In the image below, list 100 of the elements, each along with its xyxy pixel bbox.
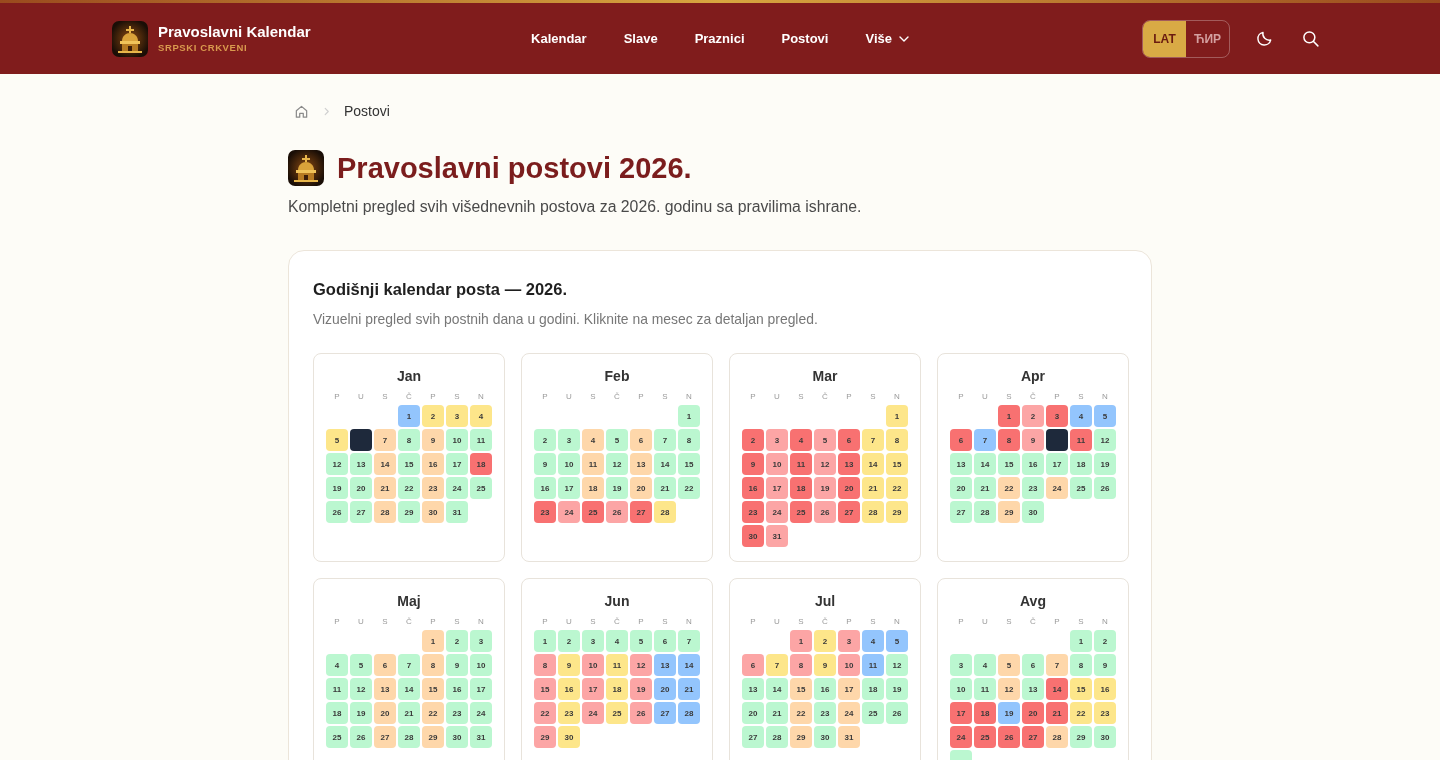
- day-cell: 25: [582, 501, 604, 523]
- site-title[interactable]: Pravoslavni Kalendar: [158, 23, 311, 41]
- day-cell: 2: [1094, 630, 1116, 652]
- day-cell: 5: [630, 630, 652, 652]
- weekday-label: S: [1078, 391, 1084, 403]
- day-cell: 19: [814, 477, 836, 499]
- weekday-label: S: [662, 391, 668, 403]
- month-card[interactable]: Maj P U S Č P S N 1 2 3 4 5 6 7 8 9 10 11 12 13 14 15 16 17 18 19 20 21 22 23 24 25 26 27 28 29 30 31: [313, 578, 505, 760]
- day-cell: 28: [1046, 726, 1068, 748]
- day-cell: 31: [446, 501, 468, 523]
- home-icon[interactable]: [294, 103, 309, 119]
- day-cell: 29: [398, 501, 420, 523]
- day-cell: 16: [1022, 453, 1044, 475]
- day-cell: 24: [582, 702, 604, 724]
- nav-link[interactable]: Slave: [611, 21, 670, 56]
- weekday-label: P: [430, 616, 436, 628]
- day-cell: 4: [470, 405, 492, 427]
- day-cell: 22: [790, 702, 812, 724]
- day-cell: 24: [446, 477, 468, 499]
- day-cell: 2: [422, 405, 444, 427]
- day-cell: 11: [790, 453, 812, 475]
- day-cell: 22: [1070, 702, 1092, 724]
- month-card[interactable]: Jun P U S Č P S N 1 2 3 4 5 6 7 8 9 10 11 12 13 14 15 16 17 18 19 20 21 22 23 24 25 26 27 28 29 30: [521, 578, 713, 760]
- day-cell: 23: [422, 477, 444, 499]
- day-cell: 8: [886, 429, 908, 451]
- weekday-label: P: [638, 391, 644, 403]
- day-cell: 30: [814, 726, 836, 748]
- day-cell: 19: [326, 477, 348, 499]
- month-name: Apr: [1019, 367, 1047, 385]
- day-cell: 30: [558, 726, 580, 748]
- language-option[interactable]: LAT: [1143, 20, 1186, 57]
- day-cell: 9: [1094, 654, 1116, 676]
- day-cell: 24: [766, 501, 788, 523]
- nav-link[interactable]: Kalendar: [519, 21, 599, 56]
- month-card[interactable]: Apr P U S Č P S N 1 2 3 4 5 6 7 8 9 11 12 13 14 15 16 17 18 19 20 21 22 23 24 25 26 27 28 29 30: [937, 353, 1129, 562]
- day-cell: 4: [862, 630, 884, 652]
- day-cell: 8: [1070, 654, 1092, 676]
- weekday-label: Č: [614, 391, 620, 403]
- weekday-label: S: [1006, 616, 1012, 628]
- church-icon[interactable]: [112, 20, 148, 57]
- day-cell: 7: [374, 429, 396, 451]
- weekday-label: U: [358, 391, 364, 403]
- day-cell: 14: [974, 453, 996, 475]
- day-cell: 5: [350, 654, 372, 676]
- nav-link[interactable]: Praznici: [682, 21, 757, 56]
- weekday-label: U: [566, 391, 572, 403]
- day-cell: 19: [606, 477, 628, 499]
- chevron-right-icon: [323, 106, 330, 116]
- menu-button[interactable]: Više: [853, 21, 921, 56]
- month-card[interactable]: Feb P U S Č P S N 1 2 3 4 5 6 7 8 9 10 11 12 13 14 15 16 17 18 19 20 21 22 23 24 25 26 27 28: [521, 353, 713, 562]
- day-cell: 8: [790, 654, 812, 676]
- day-cell: 20: [374, 702, 396, 724]
- day-cell: 15: [422, 678, 444, 700]
- day-cell: 22: [678, 477, 700, 499]
- day-cell: 22: [422, 702, 444, 724]
- weekday-label: S: [798, 616, 804, 628]
- section-title: Godišnji kalendar posta — 2026.: [313, 279, 568, 300]
- day-cell: 17: [582, 678, 604, 700]
- month-name: Jan: [395, 367, 423, 385]
- search-icon[interactable]: [1301, 30, 1319, 47]
- language-option[interactable]: ЋИР: [1186, 20, 1229, 57]
- day-cell: 8: [998, 429, 1020, 451]
- day-cell: 29: [790, 726, 812, 748]
- weekday-label: S: [1078, 616, 1084, 628]
- nav-link[interactable]: Postovi: [769, 21, 841, 56]
- weekday-label: Č: [822, 391, 828, 403]
- day-cell: 25: [326, 726, 348, 748]
- day-cell: 17: [558, 477, 580, 499]
- day-cell: 20: [654, 678, 676, 700]
- day-cell: 10: [838, 654, 860, 676]
- day-cell: 26: [630, 702, 652, 724]
- day-cell: 14: [862, 453, 884, 475]
- day-cell: 6: [950, 429, 972, 451]
- day-cell: 28: [862, 501, 884, 523]
- month-card[interactable]: Avg P U S Č P S N 1 2 3 4 5 6 7 8 9 10 11 12 13 14 15 16 17 18 19 20 21 22 23 24 25 26 27 28 29 30: [937, 578, 1129, 760]
- day-cell: 22: [886, 477, 908, 499]
- day-cell: 9: [422, 429, 444, 451]
- day-cell: 12: [630, 654, 652, 676]
- day-cell: 9: [534, 453, 556, 475]
- day-cell: 16: [814, 678, 836, 700]
- day-cell: 11: [1070, 429, 1092, 451]
- month-card[interactable]: Jul P U S Č P S N 1 2 3 4 5 6 7 8 9 10 11 12 13 14 15 16 17 18 19 20 21 22 23 24 25 26 27 28 29 30 31: [729, 578, 921, 760]
- day-cell: 21: [678, 678, 700, 700]
- day-cell: 4: [582, 429, 604, 451]
- moon-icon[interactable]: [1255, 30, 1273, 47]
- day-cell: 24: [1046, 477, 1068, 499]
- weekday-label: P: [1054, 391, 1060, 403]
- day-cell: 3: [446, 405, 468, 427]
- day-cell: 24: [558, 501, 580, 523]
- day-cell: 21: [654, 477, 676, 499]
- day-cell: 12: [350, 678, 372, 700]
- day-cell: 31: [766, 525, 788, 547]
- month-card[interactable]: Mar P U S Č P S N 1 2 3 4 5 6 7 8 9 10 11 12 13 14 15 16 17 18 19 20 21 22 23 24 25 26 27 28 29 30 31: [729, 353, 921, 562]
- day-cell: 2: [534, 429, 556, 451]
- weekday-label: P: [1054, 616, 1060, 628]
- month-card[interactable]: Jan P U S Č P S N 1 2 3 4 5 7 8 9 10 11 12 13 14 15 16 17 18 19 20 21 22 23 24 25 26 27 28 29 30 31: [313, 353, 505, 562]
- month-name: Feb: [603, 367, 631, 385]
- day-cell: 26: [326, 501, 348, 523]
- day-cell: 4: [1070, 405, 1092, 427]
- day-cell: 11: [974, 678, 996, 700]
